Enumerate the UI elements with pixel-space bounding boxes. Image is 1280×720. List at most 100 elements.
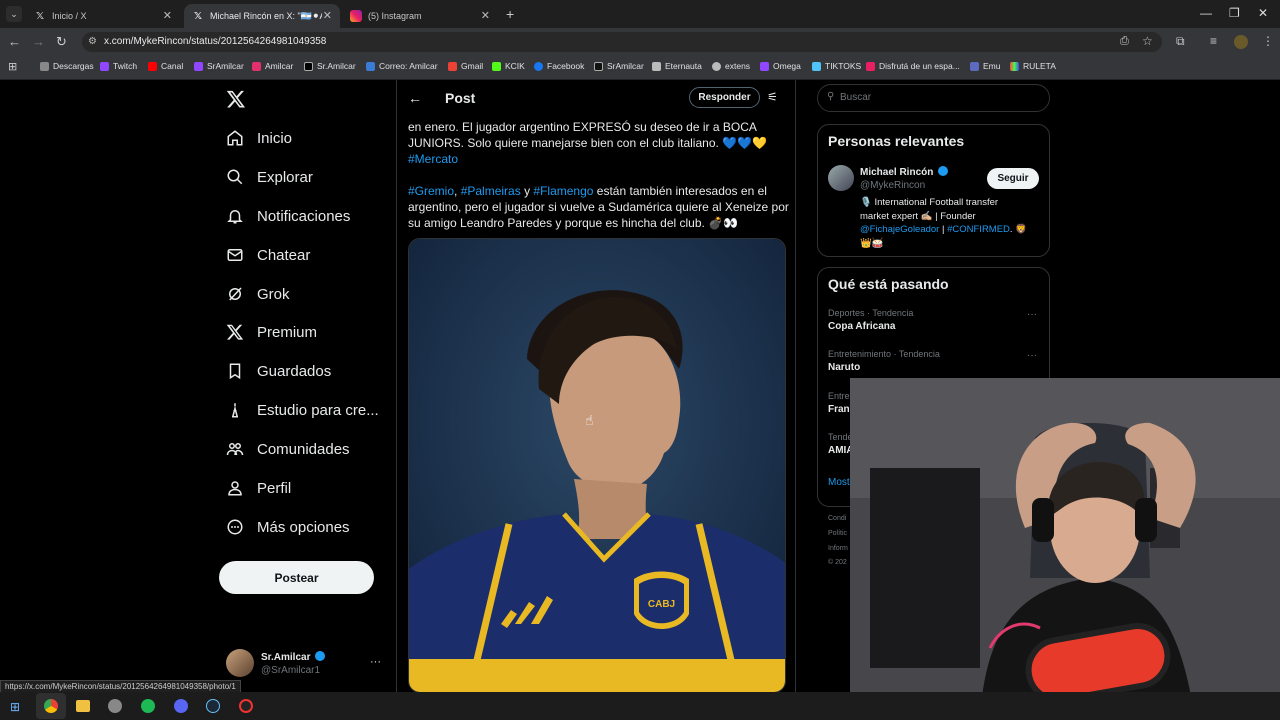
bookmark-item[interactable]: Twitch	[100, 61, 137, 71]
tiktok-icon	[594, 61, 603, 71]
bookmark-item[interactable]: Eternauta	[652, 61, 702, 71]
post-photo[interactable]: CABJ	[408, 238, 786, 693]
folder-icon[interactable]	[76, 700, 90, 712]
settings-sliders-icon[interactable]: ⚟	[767, 90, 778, 104]
tab-michael-rincon[interactable]: 𝕏 Michael Rincón en X: "🇦🇷⚫Al ✕	[184, 4, 340, 28]
more-circle-icon	[227, 519, 243, 535]
bookmark-item[interactable]: Canal	[148, 61, 183, 71]
bookmark-item[interactable]: Descargas	[40, 61, 94, 71]
page-icon	[652, 61, 661, 71]
tab-instagram[interactable]: (5) Instagram ✕	[342, 4, 498, 28]
postear-button[interactable]: Postear	[219, 561, 374, 594]
bookmark-item[interactable]: KCIK	[492, 61, 525, 71]
tab-search-button[interactable]: ⌄	[6, 6, 22, 22]
mention-link[interactable]: @FichajeGoleador	[860, 224, 939, 235]
responder-button[interactable]: Responder	[689, 87, 760, 108]
hashtag-link[interactable]: #CONFIRMED	[947, 224, 1010, 235]
site-info-icon[interactable]: ⚙	[88, 36, 97, 47]
bookmark-item[interactable]: extens	[712, 61, 750, 71]
close-tab-icon[interactable]: ✕	[163, 9, 172, 22]
minimize-icon[interactable]: —	[1200, 6, 1212, 20]
x-logo-icon: 𝕏	[193, 10, 203, 22]
bookmark-item[interactable]: Correo: Amilcar	[366, 61, 438, 71]
windows-start-icon[interactable]: ⊞	[10, 700, 20, 714]
install-app-icon[interactable]: ⎙	[1120, 35, 1129, 48]
nav-mas-opciones[interactable]: Más opciones	[226, 515, 350, 539]
x-logo-icon[interactable]	[226, 89, 246, 114]
discord-icon[interactable]	[174, 699, 188, 713]
avatar[interactable]	[226, 649, 254, 677]
bookmark-item[interactable]: RULETA	[1010, 61, 1056, 71]
search-input[interactable]: ⚲ Buscar	[817, 84, 1050, 112]
hashtag-link[interactable]: #Gremio	[408, 184, 454, 198]
reload-icon[interactable]: ↻	[56, 34, 67, 50]
nav-comunidades[interactable]: Comunidades	[226, 437, 350, 461]
bookmark-item[interactable]: Disfrutá de un espa...	[866, 61, 960, 71]
hashtag-link[interactable]: #Flamengo	[533, 184, 593, 198]
steam-icon[interactable]	[206, 699, 220, 713]
bookmark-item[interactable]: Emu	[970, 61, 1000, 71]
nav-inicio[interactable]: Inicio	[226, 126, 292, 150]
restore-icon[interactable]: ❐	[1229, 6, 1240, 20]
spotify-icon[interactable]	[141, 699, 155, 713]
trend-more-icon[interactable]: ···	[1027, 350, 1037, 361]
trend-item[interactable]: Naruto	[828, 362, 860, 373]
tab-inicio[interactable]: 𝕏 Inicio / X ✕	[26, 4, 180, 28]
bookmark-item[interactable]: Gmail	[448, 61, 483, 71]
bookmark-item[interactable]: TIKTOKS	[812, 61, 861, 71]
nav-explorar[interactable]: Explorar	[226, 165, 313, 189]
profile-avatar[interactable]	[1234, 35, 1248, 49]
obs-icon[interactable]	[239, 699, 253, 713]
footer-link[interactable]: Polític	[828, 530, 847, 537]
hashtag-link[interactable]: #Mercato	[408, 151, 458, 167]
person-name[interactable]: Michael Rincón	[860, 166, 949, 178]
nav-chatear[interactable]: Chatear	[226, 243, 310, 267]
apps-icon[interactable]: ⊞	[8, 60, 17, 73]
nav-perfil[interactable]: Perfil	[226, 476, 291, 500]
instagram-icon	[252, 61, 261, 71]
nav-grok[interactable]: Grok	[226, 282, 290, 306]
trend-item[interactable]: Copa Africana	[828, 321, 895, 332]
account-more-button[interactable]: ···	[370, 656, 381, 668]
streamer-webcam-image	[850, 378, 1280, 720]
close-window-icon[interactable]: ✕	[1258, 6, 1268, 20]
bookmark-item[interactable]: Facebook	[534, 61, 584, 71]
trend-more-icon[interactable]: ···	[1027, 309, 1037, 320]
account-name: Sr.Amilcar	[261, 651, 326, 663]
forward-icon[interactable]: →	[32, 34, 45, 49]
bookmark-item[interactable]: Amilcar	[252, 61, 293, 71]
app-icon[interactable]	[108, 699, 122, 713]
show-more-link[interactable]: Most	[828, 477, 850, 488]
footer-link[interactable]: Inform	[828, 545, 848, 552]
menu-icon[interactable]: ⋮	[1262, 34, 1274, 48]
hashtag-link[interactable]: #Palmeiras	[461, 184, 521, 198]
webcam-overlay	[850, 378, 1280, 720]
media-icon[interactable]: ≡	[1210, 34, 1217, 48]
nav-estudio[interactable]: Estudio para cre...	[226, 398, 379, 422]
nav-premium[interactable]: Premium	[226, 320, 317, 344]
bookmark-icon	[1010, 61, 1019, 71]
bookmark-item[interactable]: SrAmilcar	[194, 61, 244, 71]
nav-guardados[interactable]: Guardados	[226, 359, 331, 383]
bookmark-icon	[229, 363, 241, 380]
bookmark-item[interactable]: Sr.Amilcar	[304, 61, 356, 71]
avatar[interactable]	[828, 165, 854, 191]
extensions-icon[interactable]: ⧉	[1176, 34, 1185, 49]
home-icon	[227, 130, 243, 146]
bookmark-item[interactable]: Omega	[760, 61, 801, 71]
close-tab-icon[interactable]: ✕	[323, 9, 332, 22]
bookmark-star-icon[interactable]: ☆	[1142, 34, 1153, 48]
seguir-button[interactable]: Seguir	[987, 168, 1039, 189]
footer-link[interactable]: Condi	[828, 515, 846, 522]
trend-context: Entretenimiento · Tendencia	[828, 349, 940, 359]
back-arrow-icon[interactable]: ←	[408, 90, 422, 106]
taskbar	[0, 692, 1280, 720]
trend-item[interactable]: Fran	[828, 404, 850, 415]
instagram-icon	[350, 10, 362, 22]
close-tab-icon[interactable]: ✕	[481, 9, 490, 22]
nav-notificaciones[interactable]: Notificaciones	[226, 204, 350, 228]
bookmark-item[interactable]: SrAmilcar	[594, 61, 644, 71]
new-tab-button[interactable]: +	[506, 6, 514, 22]
back-icon[interactable]: ←	[8, 34, 21, 49]
chrome-icon[interactable]	[44, 699, 58, 713]
